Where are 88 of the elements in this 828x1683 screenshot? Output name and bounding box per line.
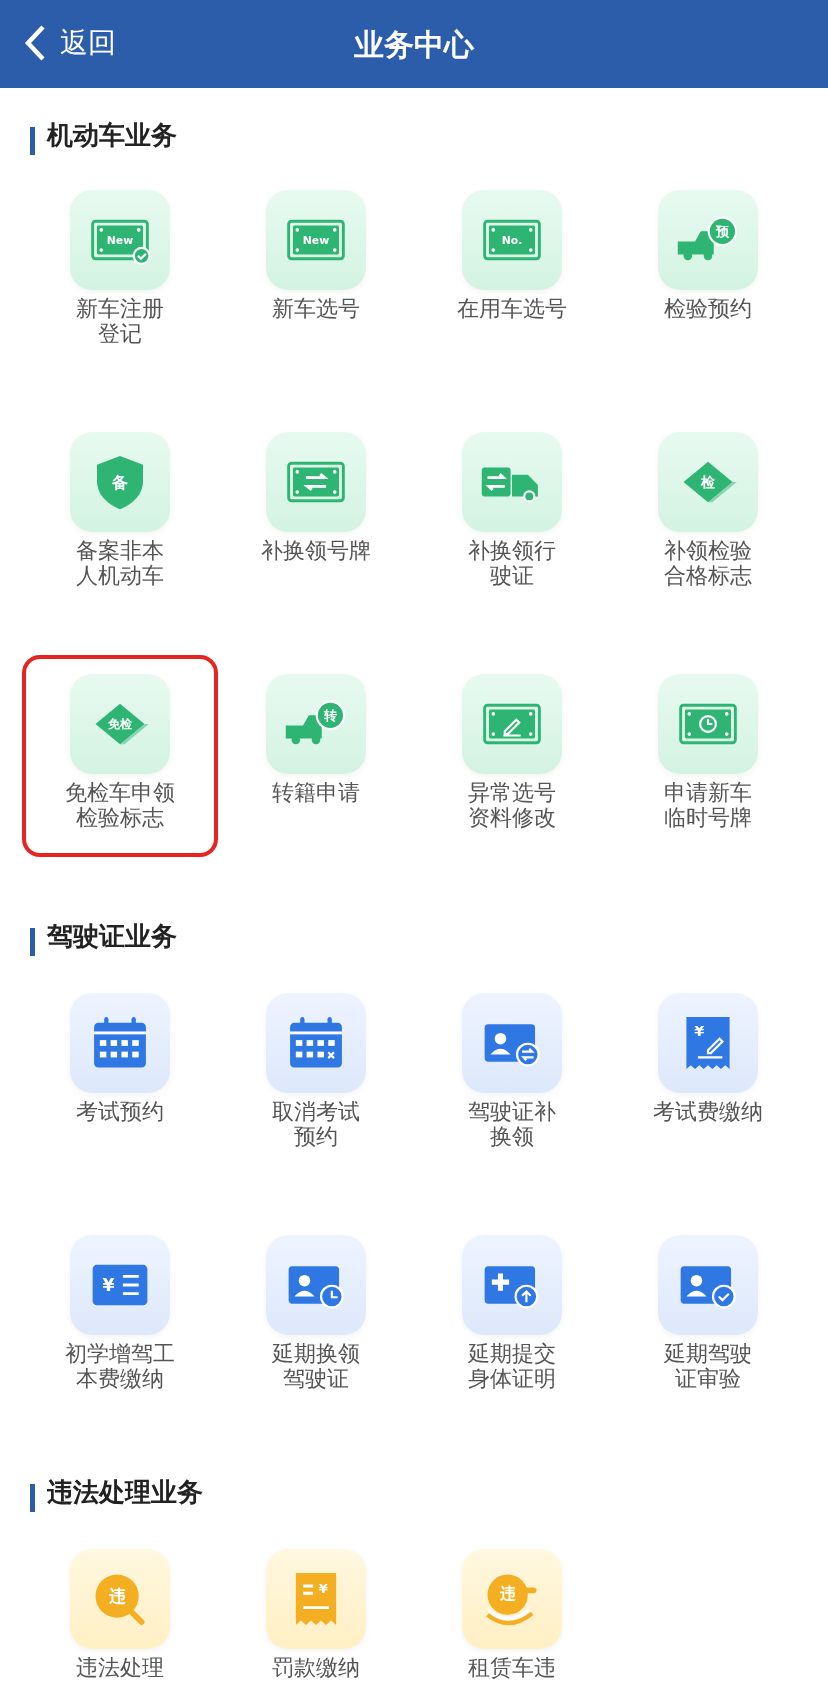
item-label: 备案非本 bbox=[76, 538, 164, 563]
service-item[interactable]: ¥ 考试费缴纳 bbox=[610, 974, 806, 1176]
item-label: 罚款缴纳 bbox=[272, 1655, 360, 1680]
item-label: 延期换领 bbox=[272, 1341, 360, 1366]
plate-icon: New bbox=[266, 190, 366, 290]
item-label: 新车选号 bbox=[272, 296, 360, 321]
item-label: 人机动车 bbox=[76, 563, 164, 588]
item-label: 考试费缴纳 bbox=[653, 1099, 763, 1124]
service-item[interactable]: 转 转籍申请 bbox=[218, 655, 414, 857]
section-title: 驾驶证业务 bbox=[47, 920, 177, 953]
item-label: 资料修改 bbox=[468, 805, 556, 830]
item-label: 延期驾驶 bbox=[664, 1341, 752, 1366]
item-label: 考试预约 bbox=[76, 1099, 164, 1124]
truck-icon: 转 bbox=[266, 674, 366, 774]
service-item[interactable]: 申请新车 临时号牌 bbox=[610, 655, 806, 857]
service-item[interactable]: 免检 免检车申领 检验标志 bbox=[22, 655, 218, 857]
item-label: 初学增驾工 bbox=[65, 1341, 175, 1366]
item-label: 申请新车 bbox=[664, 780, 752, 805]
item-label: 租赁车违 bbox=[468, 1655, 556, 1680]
item-label: 换领 bbox=[490, 1124, 534, 1149]
service-item[interactable]: No. 在用车选号 bbox=[414, 171, 610, 373]
item-label: 延期提交 bbox=[468, 1341, 556, 1366]
item-label: 本费缴纳 bbox=[76, 1366, 164, 1391]
section-marker bbox=[30, 1484, 35, 1512]
truck-icon: 预 bbox=[658, 190, 758, 290]
plate-check-icon: New bbox=[70, 190, 170, 290]
item-label: 证审验 bbox=[675, 1366, 741, 1391]
service-item[interactable]: 驾驶证补 换领 bbox=[414, 974, 610, 1176]
item-label: 取消考试 bbox=[272, 1099, 360, 1124]
item-label: 登记 bbox=[98, 321, 142, 346]
item-label: 补领检验 bbox=[664, 538, 752, 563]
car-swap-icon bbox=[462, 432, 562, 532]
service-item[interactable]: 违 租赁车违 bbox=[414, 1530, 610, 1683]
service-item[interactable]: 异常选号 资料修改 bbox=[414, 655, 610, 857]
plate-icon: No. bbox=[462, 190, 562, 290]
receipt-icon: ¥ bbox=[266, 1549, 366, 1649]
item-label: 检验预约 bbox=[664, 296, 752, 321]
item-label: 补换领行 bbox=[468, 538, 556, 563]
service-item[interactable]: New 新车选号 bbox=[218, 171, 414, 373]
section-marker bbox=[30, 928, 35, 956]
item-label: 驶证 bbox=[490, 563, 534, 588]
page-title: 业务中心 bbox=[354, 25, 474, 64]
item-label: 新车注册 bbox=[76, 296, 164, 321]
service-item[interactable]: ¥ 罚款缴纳 bbox=[218, 1530, 414, 1683]
item-label: 异常选号 bbox=[468, 780, 556, 805]
service-item[interactable]: 补换领行 驶证 bbox=[414, 413, 610, 615]
hand-coin-icon: 违 bbox=[462, 1549, 562, 1649]
id-card-check-icon bbox=[658, 1235, 758, 1335]
item-label: 预约 bbox=[294, 1124, 338, 1149]
item-label: 临时号牌 bbox=[664, 805, 752, 830]
id-card-clock-icon bbox=[266, 1235, 366, 1335]
id-card-swap-icon bbox=[462, 993, 562, 1093]
item-label: 驾驶证 bbox=[283, 1366, 349, 1391]
service-item[interactable]: 预 检验预约 bbox=[610, 171, 806, 373]
service-item[interactable]: 延期驾驶 证审验 bbox=[610, 1216, 806, 1418]
service-item[interactable]: ¥ 初学增驾工 本费缴纳 bbox=[22, 1216, 218, 1418]
item-label: 补换领号牌 bbox=[261, 538, 371, 563]
item-label: 身体证明 bbox=[468, 1366, 556, 1391]
yuan-list-icon: ¥ bbox=[70, 1235, 170, 1335]
service-item[interactable]: 延期提交 身体证明 bbox=[414, 1216, 610, 1418]
shield-icon: 备 bbox=[70, 432, 170, 532]
item-label: 违法处理 bbox=[76, 1655, 164, 1680]
item-label: 转籍申请 bbox=[272, 780, 360, 805]
section-title: 违法处理业务 bbox=[47, 1476, 203, 1509]
plate-pen-icon bbox=[462, 674, 562, 774]
service-item[interactable]: 补换领号牌 bbox=[218, 413, 414, 615]
service-item[interactable]: 违 违法处理 bbox=[22, 1530, 218, 1683]
back-button[interactable]: 返回 bbox=[24, 22, 116, 64]
service-item[interactable]: 延期换领 驾驶证 bbox=[218, 1216, 414, 1418]
receipt-pen-icon: ¥ bbox=[658, 993, 758, 1093]
plus-upload-icon bbox=[462, 1235, 562, 1335]
service-item[interactable]: 备 备案非本 人机动车 bbox=[22, 413, 218, 615]
service-item[interactable]: 考试预约 bbox=[22, 974, 218, 1176]
section-marker bbox=[30, 127, 35, 155]
item-label: 检验标志 bbox=[76, 805, 164, 830]
section-title: 机动车业务 bbox=[47, 119, 177, 152]
item-label: 免检车申领 bbox=[65, 780, 175, 805]
service-item[interactable]: New 新车注册 登记 bbox=[22, 171, 218, 373]
calendar-cross-icon bbox=[266, 993, 366, 1093]
item-label: 合格标志 bbox=[664, 563, 752, 588]
item-label: 在用车选号 bbox=[457, 296, 567, 321]
item-label: 驾驶证补 bbox=[468, 1099, 556, 1124]
back-icon bbox=[24, 24, 46, 62]
calendar-icon bbox=[70, 993, 170, 1093]
service-item[interactable]: 取消考试 预约 bbox=[218, 974, 414, 1176]
plate-clock-icon bbox=[658, 674, 758, 774]
service-item[interactable]: 检 补领检验 合格标志 bbox=[610, 413, 806, 615]
plate-swap-icon bbox=[266, 432, 366, 532]
